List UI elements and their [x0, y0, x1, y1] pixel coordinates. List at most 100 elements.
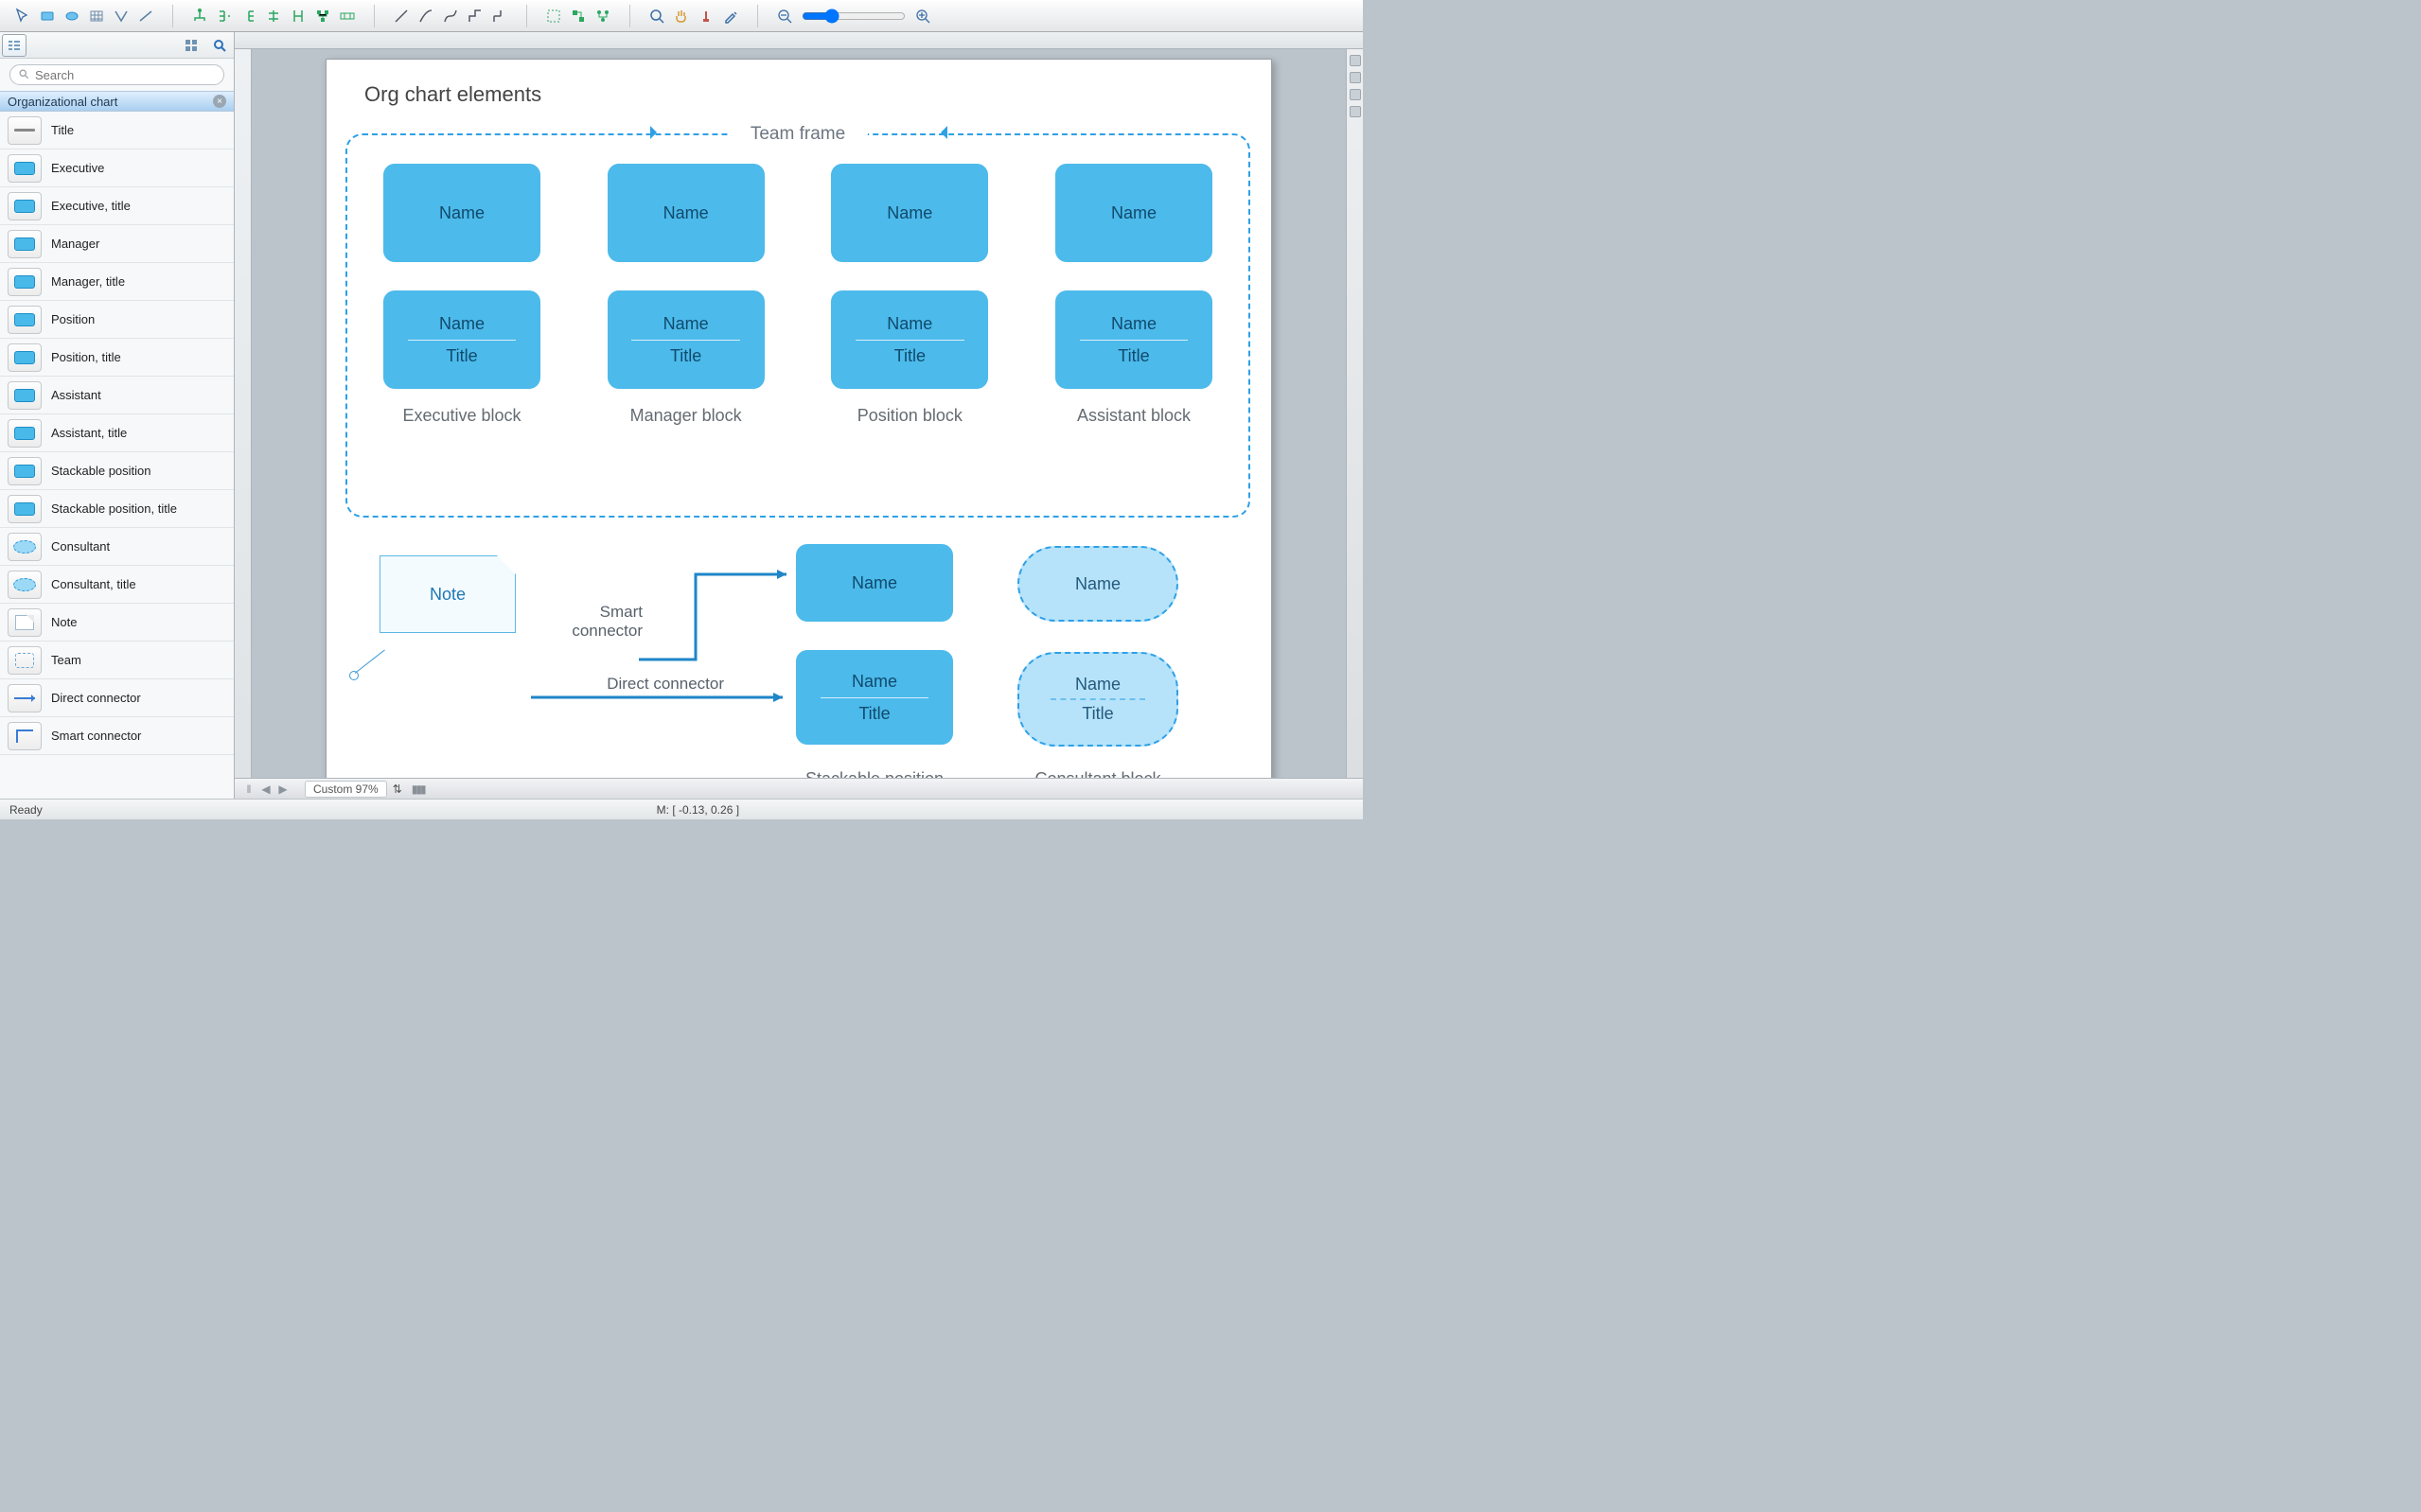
library-tree-tab-icon[interactable] — [2, 34, 27, 57]
stencil-item[interactable]: Consultant — [0, 528, 234, 566]
ellipse-tool-icon[interactable] — [61, 6, 83, 26]
manager-title-block[interactable]: NameTitle — [608, 290, 765, 389]
page[interactable]: Org chart elements Team frame Name Name … — [326, 59, 1272, 778]
app-root: Organizational chart × TitleExecutive Exe… — [0, 0, 1363, 819]
library-grid-tab-icon[interactable] — [179, 34, 203, 57]
search-icon — [17, 67, 30, 83]
zoom-out-icon[interactable] — [773, 6, 796, 26]
top-toolbar — [0, 0, 1363, 32]
stackable-block-label: Stackable position block — [796, 769, 953, 778]
zoom-tool-icon[interactable] — [645, 6, 668, 26]
conn-arc-icon[interactable] — [415, 6, 437, 26]
conn-bezier-icon[interactable] — [439, 6, 462, 26]
toolbar-separator — [629, 5, 630, 27]
stencil-label: Assistant — [51, 388, 101, 402]
stepper-icon[interactable]: ⇅ — [393, 782, 402, 796]
toolbar-separator — [172, 5, 173, 27]
tree-left-icon[interactable] — [238, 6, 260, 26]
tree-both-icon[interactable] — [262, 6, 285, 26]
stencil-item[interactable]: Position, title — [0, 339, 234, 377]
text-tool-icon[interactable] — [110, 6, 133, 26]
vertical-ruler — [235, 49, 252, 778]
block-labels: Executive block Manager block Position b… — [383, 406, 1212, 426]
canvas-viewport[interactable]: Org chart elements Team frame Name Name … — [252, 49, 1346, 778]
table-tool-icon[interactable] — [85, 6, 108, 26]
library-search-input[interactable] — [9, 64, 224, 85]
zoom-slider[interactable] — [802, 9, 906, 24]
layout-2-icon[interactable] — [567, 6, 590, 26]
stencil-item[interactable]: Stackable position, title — [0, 490, 234, 528]
strip-handle-icon[interactable] — [1350, 106, 1361, 117]
tree-compact-icon[interactable] — [336, 6, 359, 26]
executive-name-block[interactable]: Name — [383, 164, 540, 262]
page-prev-icon[interactable]: ◀ — [259, 782, 273, 796]
stencil-item[interactable]: Executive — [0, 149, 234, 187]
page-pause-icon[interactable]: ‖ — [242, 782, 256, 796]
stamp-tool-icon[interactable] — [695, 6, 717, 26]
close-section-icon[interactable]: × — [213, 95, 226, 108]
stencil-item[interactable]: Note — [0, 604, 234, 642]
stencil-thumb-icon — [8, 192, 42, 220]
conn-ortho-icon[interactable] — [464, 6, 486, 26]
page-tab-bar: ‖ ◀ ▶ Custom 97% ⇅ ▮▮▮ — [235, 778, 1363, 799]
tree-multi-icon[interactable] — [311, 6, 334, 26]
stencil-item[interactable]: Assistant, title — [0, 414, 234, 452]
direct-connector[interactable] — [531, 675, 796, 706]
stencil-label: Note — [51, 615, 77, 629]
stencil-item[interactable]: Consultant, title — [0, 566, 234, 604]
strip-handle-icon[interactable] — [1350, 89, 1361, 100]
rect-tool-icon[interactable] — [36, 6, 59, 26]
stencil-item[interactable]: Manager — [0, 225, 234, 263]
assistant-title-block[interactable]: NameTitle — [1055, 290, 1212, 389]
consultant-title-block[interactable]: NameTitle — [1017, 652, 1178, 747]
stencil-item[interactable]: Direct connector — [0, 679, 234, 717]
stencil-item[interactable]: Manager, title — [0, 263, 234, 301]
assistant-name-block[interactable]: Name — [1055, 164, 1212, 262]
stencil-item[interactable]: Stackable position — [0, 452, 234, 490]
pan-tool-icon[interactable] — [670, 6, 693, 26]
tree-vert-icon[interactable] — [287, 6, 309, 26]
conn-round-icon[interactable] — [488, 6, 511, 26]
consultant-name-block[interactable]: Name — [1017, 546, 1178, 622]
tree-down-icon[interactable] — [188, 6, 211, 26]
manager-name-block[interactable]: Name — [608, 164, 765, 262]
stencil-thumb-icon — [8, 646, 42, 675]
tool-group-shapes — [6, 6, 163, 26]
stencil-item[interactable]: Assistant — [0, 377, 234, 414]
position-name-block[interactable]: Name — [831, 164, 988, 262]
library-section-title: Organizational chart — [8, 95, 117, 109]
stencil-item[interactable]: Position — [0, 301, 234, 339]
stackable-title-block[interactable]: NameTitle — [796, 650, 953, 745]
stencil-label: Manager, title — [51, 274, 125, 289]
stencil-item[interactable]: Executive, title — [0, 187, 234, 225]
conn-line-icon[interactable] — [390, 6, 413, 26]
executive-title-block[interactable]: NameTitle — [383, 290, 540, 389]
strip-handle-icon[interactable] — [1350, 55, 1361, 66]
strip-handle-icon[interactable] — [1350, 72, 1361, 83]
stencil-item[interactable]: Team — [0, 642, 234, 679]
eyedropper-tool-icon[interactable] — [719, 6, 742, 26]
pointer-tool-icon[interactable] — [11, 6, 34, 26]
stencil-label: Executive, title — [51, 199, 131, 213]
stencil-item[interactable]: Smart connector — [0, 717, 234, 755]
stackable-name-block[interactable]: Name — [796, 544, 953, 622]
library-section-header[interactable]: Organizational chart × — [0, 91, 234, 112]
left-panel: Organizational chart × TitleExecutive Exe… — [0, 32, 235, 799]
page-next-icon[interactable]: ▶ — [276, 782, 290, 796]
zoom-readout[interactable]: Custom 97% — [305, 781, 387, 798]
library-search-tab-icon[interactable] — [207, 34, 232, 57]
page-thumbnails-icon[interactable]: ▮▮▮ — [412, 782, 425, 796]
layout-3-icon[interactable] — [592, 6, 614, 26]
team-frame[interactable]: Team frame Name Name Name Name — [345, 133, 1250, 518]
position-title-block[interactable]: NameTitle — [831, 290, 988, 389]
status-mouse: M: [ -0.13, 0.26 ] — [657, 803, 739, 817]
stencil-item[interactable]: Title — [0, 112, 234, 149]
right-tool-strip — [1346, 49, 1363, 778]
tree-right-icon[interactable] — [213, 6, 236, 26]
stencil-label: Stackable position, title — [51, 501, 177, 516]
zoom-in-icon[interactable] — [911, 6, 934, 26]
line-tool-icon[interactable] — [134, 6, 157, 26]
smart-connector[interactable] — [639, 569, 800, 666]
note-shape[interactable]: Note — [380, 555, 516, 633]
layout-1-icon[interactable] — [542, 6, 565, 26]
